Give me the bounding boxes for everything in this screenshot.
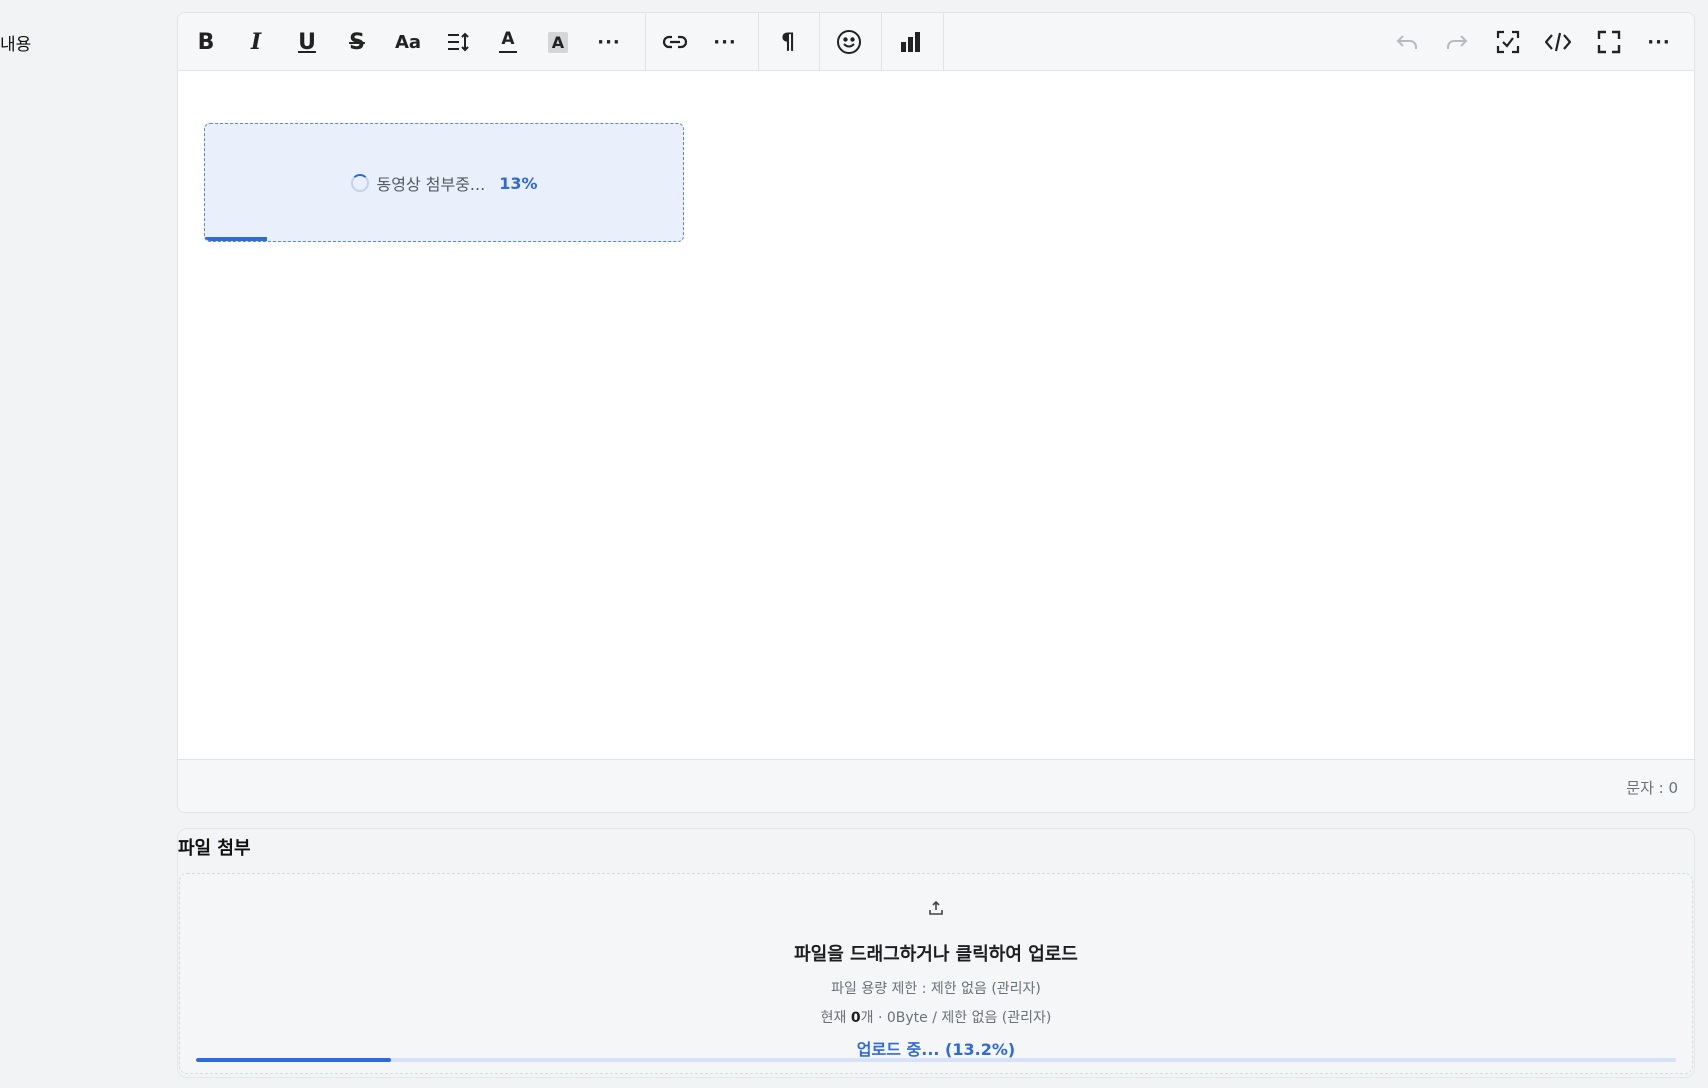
line-height-button[interactable] [439, 23, 477, 61]
upload-progress-text: 업로드 중... (13.2%) [856, 1040, 1016, 1059]
more-insert-button[interactable]: ··· [706, 23, 744, 61]
toolbar-divider [758, 13, 759, 70]
strikethrough-icon: S [349, 29, 365, 55]
more-horizontal-icon: ··· [1647, 31, 1671, 53]
underline-button[interactable]: U [288, 23, 326, 61]
code-icon [1545, 31, 1571, 53]
link-button[interactable] [656, 23, 694, 61]
select-all-icon [1496, 30, 1520, 54]
paragraph-button[interactable]: ¶ [769, 23, 807, 61]
line-height-icon [446, 31, 470, 53]
file-attachment-section: 파일 첨부 파일을 드래그하거나 클릭하여 업로드 파일 용량 제한 : 제한 … [177, 828, 1695, 1078]
font-size-icon: Aa [394, 31, 422, 53]
code-view-button[interactable] [1539, 23, 1577, 61]
smiley-icon [836, 29, 862, 55]
editor-toolbar: B I U S Aa A A ··· ··· ¶ ··· [178, 13, 1694, 71]
toolbar-divider [645, 13, 646, 70]
current-file-status: 현재 0개 · 0Byte / 제한 없음 (관리자) [820, 1010, 1052, 1026]
redo-icon [1446, 33, 1468, 51]
file-dropzone[interactable]: 파일을 드래그하거나 클릭하여 업로드 파일 용량 제한 : 제한 없음 (관리… [179, 873, 1693, 1074]
loading-spinner-icon [350, 174, 369, 192]
bar-chart-icon [899, 32, 921, 52]
upload-icon [928, 900, 944, 916]
character-count: 문자 : 0 [1626, 779, 1678, 797]
rich-text-editor: B I U S Aa A A ··· ··· ¶ ··· 동영상 첨부중... … [177, 12, 1695, 813]
more-horizontal-icon: ··· [713, 31, 737, 53]
paragraph-icon: ¶ [781, 29, 795, 55]
video-upload-progress-fill [205, 237, 268, 241]
upload-progress-bar [196, 1058, 1676, 1062]
video-upload-progress-bar [205, 237, 683, 241]
toolbar-divider [819, 13, 820, 70]
chart-button[interactable] [891, 23, 929, 61]
upload-progress-fill [196, 1058, 392, 1062]
bold-icon: B [197, 29, 215, 55]
fullscreen-icon [1597, 30, 1621, 54]
more-options-button[interactable]: ··· [1640, 23, 1678, 61]
text-color-icon: A [499, 31, 517, 53]
bold-button[interactable]: B [187, 23, 225, 61]
more-format-button[interactable]: ··· [590, 23, 628, 61]
link-icon [662, 34, 688, 50]
content-field-label: 내용 [0, 35, 32, 55]
redo-button[interactable] [1438, 23, 1476, 61]
underline-icon: U [298, 29, 316, 55]
background-color-icon: A [547, 31, 569, 53]
strikethrough-button[interactable]: S [338, 23, 376, 61]
italic-icon: I [250, 29, 262, 55]
video-upload-placeholder: 동영상 첨부중... 13% [204, 123, 684, 242]
more-horizontal-icon: ··· [597, 31, 621, 53]
toolbar-divider [881, 13, 882, 70]
current-file-count: 0 [850, 1010, 861, 1026]
fullscreen-button[interactable] [1590, 23, 1628, 61]
editor-content-area[interactable]: 동영상 첨부중... 13% [178, 71, 1694, 759]
file-size-limit: 파일 용량 제한 : 제한 없음 (관리자) [831, 981, 1041, 997]
toolbar-divider [943, 13, 944, 70]
emoji-button[interactable] [830, 23, 868, 61]
video-upload-label: 동영상 첨부중... [376, 175, 486, 194]
video-upload-percent: 13% [499, 173, 538, 193]
dropzone-title: 파일을 드래그하거나 클릭하여 업로드 [794, 944, 1078, 965]
background-color-button[interactable]: A [539, 23, 577, 61]
text-color-button[interactable]: A [489, 23, 527, 61]
font-size-button[interactable]: Aa [389, 23, 427, 61]
select-all-button[interactable] [1489, 23, 1527, 61]
attachment-title: 파일 첨부 [178, 838, 251, 859]
italic-button[interactable]: I [237, 23, 275, 61]
undo-button[interactable] [1388, 23, 1426, 61]
undo-icon [1396, 33, 1418, 51]
editor-statusbar: 문자 : 0 [178, 759, 1694, 812]
